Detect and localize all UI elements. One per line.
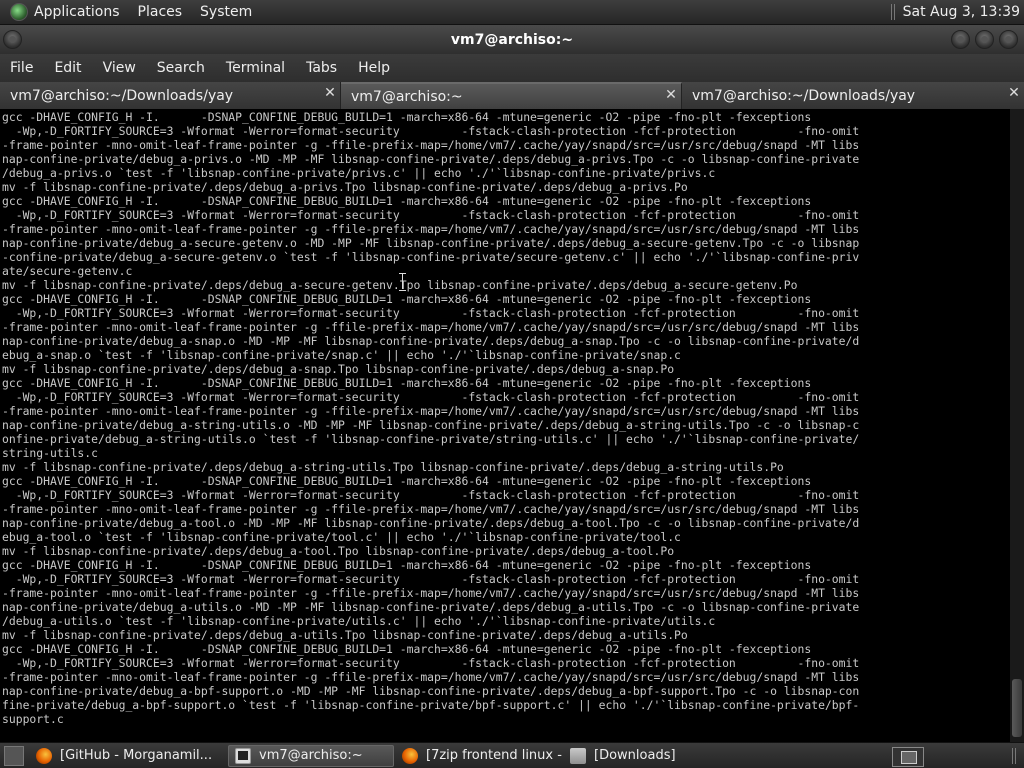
terminal-line: -frame-pointer -mno-omit-leaf-frame-poin… — [2, 404, 860, 418]
terminal-line: mv -f libsnap-confine-private/.deps/debu… — [2, 278, 798, 292]
close-window-button[interactable] — [999, 30, 1018, 49]
terminal-line: gcc -DHAVE_CONFIG_H -I. -DSNAP_CONFINE_D… — [2, 642, 812, 656]
workspace-switcher-icon[interactable] — [892, 747, 924, 767]
menu-search[interactable]: Search — [157, 60, 205, 76]
terminal-line: ebug_a-snap.o `test -f 'libsnap-confine-… — [2, 348, 681, 362]
window-titlebar[interactable]: vm7@archiso:~ — [0, 25, 1024, 54]
terminal-line: -Wp,-D_FORTIFY_SOURCE=3 -Wformat -Werror… — [2, 208, 860, 222]
terminal-line: mv -f libsnap-confine-private/.deps/debu… — [2, 460, 784, 474]
menubar: File Edit View Search Terminal Tabs Help — [0, 54, 1024, 82]
close-icon[interactable]: ✕ — [664, 88, 678, 102]
window-title: vm7@archiso:~ — [450, 31, 574, 48]
scrollbar-thumb[interactable] — [1012, 679, 1022, 737]
tab-home[interactable]: vm7@archiso:~ ✕ — [341, 82, 682, 109]
terminal-line: nap-confine-private/debug_a-string-utils… — [2, 418, 860, 432]
terminal-line: -frame-pointer -mno-omit-leaf-frame-poin… — [2, 502, 860, 516]
firefox-icon — [402, 747, 418, 764]
terminal-line: -Wp,-D_FORTIFY_SOURCE=3 -Wformat -Werror… — [2, 124, 860, 138]
tab-label: vm7@archiso:~/Downloads/yay — [10, 87, 234, 104]
terminal-line: -Wp,-D_FORTIFY_SOURCE=3 -Wformat -Werror… — [2, 390, 860, 404]
terminal-line: fine-private/debug_a-bpf-support.o `test… — [2, 698, 860, 712]
task-terminal[interactable]: vm7@archiso:~ — [228, 744, 394, 767]
terminal-line: -frame-pointer -mno-omit-leaf-frame-poin… — [2, 586, 860, 600]
terminal-line: gcc -DHAVE_CONFIG_H -I. -DSNAP_CONFINE_D… — [2, 376, 812, 390]
terminal-output[interactable]: gcc -DHAVE_CONFIG_H -I. -DSNAP_CONFINE_D… — [0, 109, 1010, 742]
mouse-ibeam-cursor-icon — [399, 273, 407, 291]
task-7zip[interactable]: [7zip frontend linux - ... — [396, 745, 562, 767]
menu-applications[interactable]: Applications — [34, 4, 120, 20]
task-label: [Downloads] — [594, 748, 676, 763]
terminal-line: ebug_a-tool.o `test -f 'libsnap-confine-… — [2, 530, 681, 544]
terminal-line: mv -f libsnap-confine-private/.deps/debu… — [2, 180, 688, 194]
terminal-line: gcc -DHAVE_CONFIG_H -I. -DSNAP_CONFINE_D… — [2, 194, 812, 208]
terminal-line: -frame-pointer -mno-omit-leaf-frame-poin… — [2, 320, 860, 334]
clock[interactable]: Sat Aug 3, 13:39 — [903, 4, 1020, 20]
terminal-line: ate/secure-getenv.c — [2, 264, 133, 278]
terminal-line: nap-confine-private/debug_a-privs.o -MD … — [2, 152, 860, 166]
terminal-line: -frame-pointer -mno-omit-leaf-frame-poin… — [2, 670, 860, 684]
tab-downloads-yay-1[interactable]: vm7@archiso:~/Downloads/yay ✕ — [0, 82, 341, 109]
terminal-line: mv -f libsnap-confine-private/.deps/debu… — [2, 544, 675, 558]
menu-edit[interactable]: Edit — [54, 60, 81, 76]
menu-terminal[interactable]: Terminal — [226, 60, 285, 76]
maximize-button[interactable] — [975, 30, 994, 49]
task-label: vm7@archiso:~ — [259, 748, 363, 763]
terminal-line: -Wp,-D_FORTIFY_SOURCE=3 -Wformat -Werror… — [2, 656, 860, 670]
terminal-line: nap-confine-private/debug_a-utils.o -MD … — [2, 600, 860, 614]
menu-places[interactable]: Places — [138, 4, 183, 20]
terminal-line: -frame-pointer -mno-omit-leaf-frame-poin… — [2, 222, 860, 236]
terminal-scrollbar[interactable] — [1010, 109, 1024, 742]
terminal-line: gcc -DHAVE_CONFIG_H -I. -DSNAP_CONFINE_D… — [2, 474, 812, 488]
terminal-line: -Wp,-D_FORTIFY_SOURCE=3 -Wformat -Werror… — [2, 572, 860, 586]
close-icon[interactable]: ✕ — [323, 86, 337, 100]
terminal-line: string-utils.c — [2, 446, 99, 460]
distro-logo-icon[interactable] — [10, 3, 28, 21]
terminal-line: /debug_a-utils.o `test -f 'libsnap-confi… — [2, 614, 716, 628]
terminal-icon — [235, 747, 251, 764]
tab-label: vm7@archiso:~/Downloads/yay — [692, 87, 916, 104]
folder-icon — [570, 747, 586, 764]
menu-file[interactable]: File — [10, 60, 33, 76]
panel-separator — [890, 4, 895, 20]
show-desktop-button[interactable] — [4, 745, 24, 766]
terminal-line: -Wp,-D_FORTIFY_SOURCE=3 -Wformat -Werror… — [2, 488, 860, 502]
terminal-line: -confine-private/debug_a-secure-getenv.o… — [2, 250, 860, 264]
tab-downloads-yay-2[interactable]: vm7@archiso:~/Downloads/yay ✕ — [682, 82, 1024, 109]
terminal-line: gcc -DHAVE_CONFIG_H -I. -DSNAP_CONFINE_D… — [2, 558, 812, 572]
terminal-line: nap-confine-private/debug_a-secure-geten… — [2, 236, 860, 250]
tab-label: vm7@archiso:~ — [351, 88, 463, 105]
menu-tabs[interactable]: Tabs — [306, 60, 337, 76]
close-icon[interactable]: ✕ — [1007, 86, 1021, 100]
terminal-line: mv -f libsnap-confine-private/.deps/debu… — [2, 628, 688, 642]
terminal-line: nap-confine-private/debug_a-tool.o -MD -… — [2, 516, 860, 530]
task-downloads[interactable]: [Downloads] — [564, 745, 724, 767]
menu-help[interactable]: Help — [358, 60, 390, 76]
tab-bar: vm7@archiso:~/Downloads/yay ✕ vm7@archis… — [0, 82, 1024, 109]
terminal-line: nap-confine-private/debug_a-bpf-support.… — [2, 684, 860, 698]
top-panel: Applications Places System Sat Aug 3, 13… — [0, 0, 1024, 25]
bottom-panel: [GitHub - Morganamil... vm7@archiso:~ [7… — [0, 742, 1024, 768]
terminal-line: /debug_a-privs.o `test -f 'libsnap-confi… — [2, 166, 716, 180]
terminal-line: -Wp,-D_FORTIFY_SOURCE=3 -Wformat -Werror… — [2, 306, 860, 320]
menu-system[interactable]: System — [200, 4, 252, 20]
menu-view[interactable]: View — [103, 60, 136, 76]
terminal-line: support.c — [2, 712, 64, 726]
task-label: [7zip frontend linux - ... — [426, 748, 562, 763]
task-label: [GitHub - Morganamil... — [60, 748, 213, 763]
terminal-line: nap-confine-private/debug_a-snap.o -MD -… — [2, 334, 860, 348]
terminal-line: mv -f libsnap-confine-private/.deps/debu… — [2, 362, 675, 376]
terminal-line: gcc -DHAVE_CONFIG_H -I. -DSNAP_CONFINE_D… — [2, 292, 812, 306]
terminal-line: onfine-private/debug_a-string-utils.o `t… — [2, 432, 860, 446]
minimize-button[interactable] — [951, 30, 970, 49]
task-github[interactable]: [GitHub - Morganamil... — [30, 745, 226, 767]
firefox-icon — [36, 747, 52, 764]
panel-separator — [1012, 748, 1016, 764]
window-menu-button[interactable] — [3, 30, 22, 49]
terminal-line: -frame-pointer -mno-omit-leaf-frame-poin… — [2, 138, 860, 152]
terminal-line: gcc -DHAVE_CONFIG_H -I. -DSNAP_CONFINE_D… — [2, 110, 812, 124]
